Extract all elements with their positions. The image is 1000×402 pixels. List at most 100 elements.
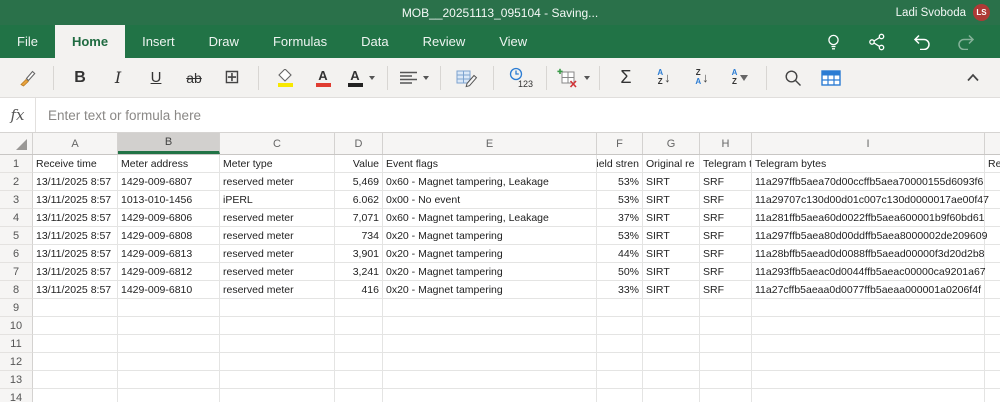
cell-J10[interactable] [985, 317, 1000, 335]
cell-I12[interactable] [752, 353, 985, 371]
column-header-I[interactable]: I [752, 133, 985, 154]
cell-D5[interactable]: 734 [335, 227, 383, 245]
cell-F7[interactable]: 50% [597, 263, 643, 281]
cell-B6[interactable]: 1429-009-6813 [118, 245, 220, 263]
cell-H2[interactable]: SRF [700, 173, 752, 191]
column-header-E[interactable]: E [383, 133, 597, 154]
underline-button[interactable]: U [139, 62, 173, 94]
cell-D12[interactable] [335, 353, 383, 371]
cell-D3[interactable]: 6.062 [335, 191, 383, 209]
cell-C9[interactable] [220, 299, 335, 317]
cell-B4[interactable]: 1429-009-6806 [118, 209, 220, 227]
cell-F14[interactable] [597, 389, 643, 402]
cell-G12[interactable] [643, 353, 700, 371]
insert-delete-cells-button[interactable] [556, 62, 590, 94]
cell-C1[interactable]: Meter type [220, 155, 335, 173]
format-painter-button[interactable] [10, 62, 44, 94]
cell-C14[interactable] [220, 389, 335, 402]
row-header-7[interactable]: 7 [0, 263, 33, 281]
cell-E4[interactable]: 0x60 - Magnet tampering, Leakage [383, 209, 597, 227]
cell-C11[interactable] [220, 335, 335, 353]
cell-F3[interactable]: 53% [597, 191, 643, 209]
cell-A10[interactable] [33, 317, 118, 335]
cell-A13[interactable] [33, 371, 118, 389]
column-header-D[interactable]: D [335, 133, 383, 154]
cell-H1[interactable]: Telegram t [700, 155, 752, 173]
cell-G11[interactable] [643, 335, 700, 353]
row-header-3[interactable]: 3 [0, 191, 33, 209]
cell-G4[interactable]: SIRT [643, 209, 700, 227]
row-header-2[interactable]: 2 [0, 173, 33, 191]
sort-filter-button[interactable]: AZ [723, 62, 757, 94]
cell-H9[interactable] [700, 299, 752, 317]
cell-I9[interactable] [752, 299, 985, 317]
cell-D8[interactable]: 416 [335, 281, 383, 299]
tab-home[interactable]: Home [55, 25, 125, 58]
cell-I1[interactable]: Telegram bytes [752, 155, 985, 173]
cell-E1[interactable]: Event flags [383, 155, 597, 173]
row-header-1[interactable]: 1 [0, 155, 33, 173]
row-header-12[interactable]: 12 [0, 353, 33, 371]
cell-J4[interactable] [985, 209, 1000, 227]
cell-D7[interactable]: 3,241 [335, 263, 383, 281]
cell-G14[interactable] [643, 389, 700, 402]
cell-E5[interactable]: 0x20 - Magnet tampering [383, 227, 597, 245]
row-header-11[interactable]: 11 [0, 335, 33, 353]
cell-H4[interactable]: SRF [700, 209, 752, 227]
cell-E8[interactable]: 0x20 - Magnet tampering [383, 281, 597, 299]
cell-I4[interactable]: 11a281ffb5aea60d0022ffb5aea600001b9f60bd… [752, 209, 985, 227]
cell-C2[interactable]: reserved meter [220, 173, 335, 191]
font-color-black-button[interactable]: A [344, 62, 378, 94]
cell-A3[interactable]: 13/11/2025 8:57 [33, 191, 118, 209]
cell-A14[interactable] [33, 389, 118, 402]
cell-F4[interactable]: 37% [597, 209, 643, 227]
cell-H11[interactable] [700, 335, 752, 353]
cell-G1[interactable]: Original re [643, 155, 700, 173]
formula-input[interactable] [36, 98, 1000, 132]
cell-J14[interactable] [985, 389, 1000, 402]
bold-button[interactable]: B [63, 62, 97, 94]
cell-I11[interactable] [752, 335, 985, 353]
undo-icon[interactable] [912, 33, 931, 50]
cell-D6[interactable]: 3,901 [335, 245, 383, 263]
cell-F11[interactable] [597, 335, 643, 353]
cell-A12[interactable] [33, 353, 118, 371]
ideas-lightbulb-icon[interactable] [825, 33, 842, 51]
cell-A5[interactable]: 13/11/2025 8:57 [33, 227, 118, 245]
alignment-button[interactable] [397, 62, 431, 94]
column-header-C[interactable]: C [220, 133, 335, 154]
cell-E7[interactable]: 0x20 - Magnet tampering [383, 263, 597, 281]
cell-A4[interactable]: 13/11/2025 8:57 [33, 209, 118, 227]
cell-F8[interactable]: 33% [597, 281, 643, 299]
column-header-H[interactable]: H [700, 133, 752, 154]
cell-B10[interactable] [118, 317, 220, 335]
row-header-8[interactable]: 8 [0, 281, 33, 299]
tab-formulas[interactable]: Formulas [256, 25, 344, 58]
row-header-5[interactable]: 5 [0, 227, 33, 245]
cell-D2[interactable]: 5,469 [335, 173, 383, 191]
font-color-red-button[interactable]: A [306, 62, 340, 94]
sort-ascending-button[interactable]: AZ ↓ [647, 62, 681, 94]
cell-G9[interactable] [643, 299, 700, 317]
cell-G5[interactable]: SIRT [643, 227, 700, 245]
cell-I10[interactable] [752, 317, 985, 335]
cell-H5[interactable]: SRF [700, 227, 752, 245]
cell-A6[interactable]: 13/11/2025 8:57 [33, 245, 118, 263]
cell-F1[interactable]: Field stren [597, 155, 643, 173]
tab-view[interactable]: View [482, 25, 544, 58]
cell-I6[interactable]: 11a28bffb5aead0d0088ffb5aead00000f3d20d2… [752, 245, 985, 263]
column-header-B[interactable]: B [118, 133, 220, 154]
redo-icon[interactable] [957, 33, 976, 50]
cell-F13[interactable] [597, 371, 643, 389]
search-button[interactable] [776, 62, 810, 94]
cell-E13[interactable] [383, 371, 597, 389]
cell-C6[interactable]: reserved meter [220, 245, 335, 263]
strikethrough-button[interactable]: ab [177, 62, 211, 94]
cell-E10[interactable] [383, 317, 597, 335]
cell-J11[interactable] [985, 335, 1000, 353]
cell-J7[interactable] [985, 263, 1000, 281]
cell-H14[interactable] [700, 389, 752, 402]
share-icon[interactable] [868, 33, 886, 51]
cell-I7[interactable]: 11a293ffb5aeac0d0044ffb5aeac00000ca9201a… [752, 263, 985, 281]
row-header-9[interactable]: 9 [0, 299, 33, 317]
